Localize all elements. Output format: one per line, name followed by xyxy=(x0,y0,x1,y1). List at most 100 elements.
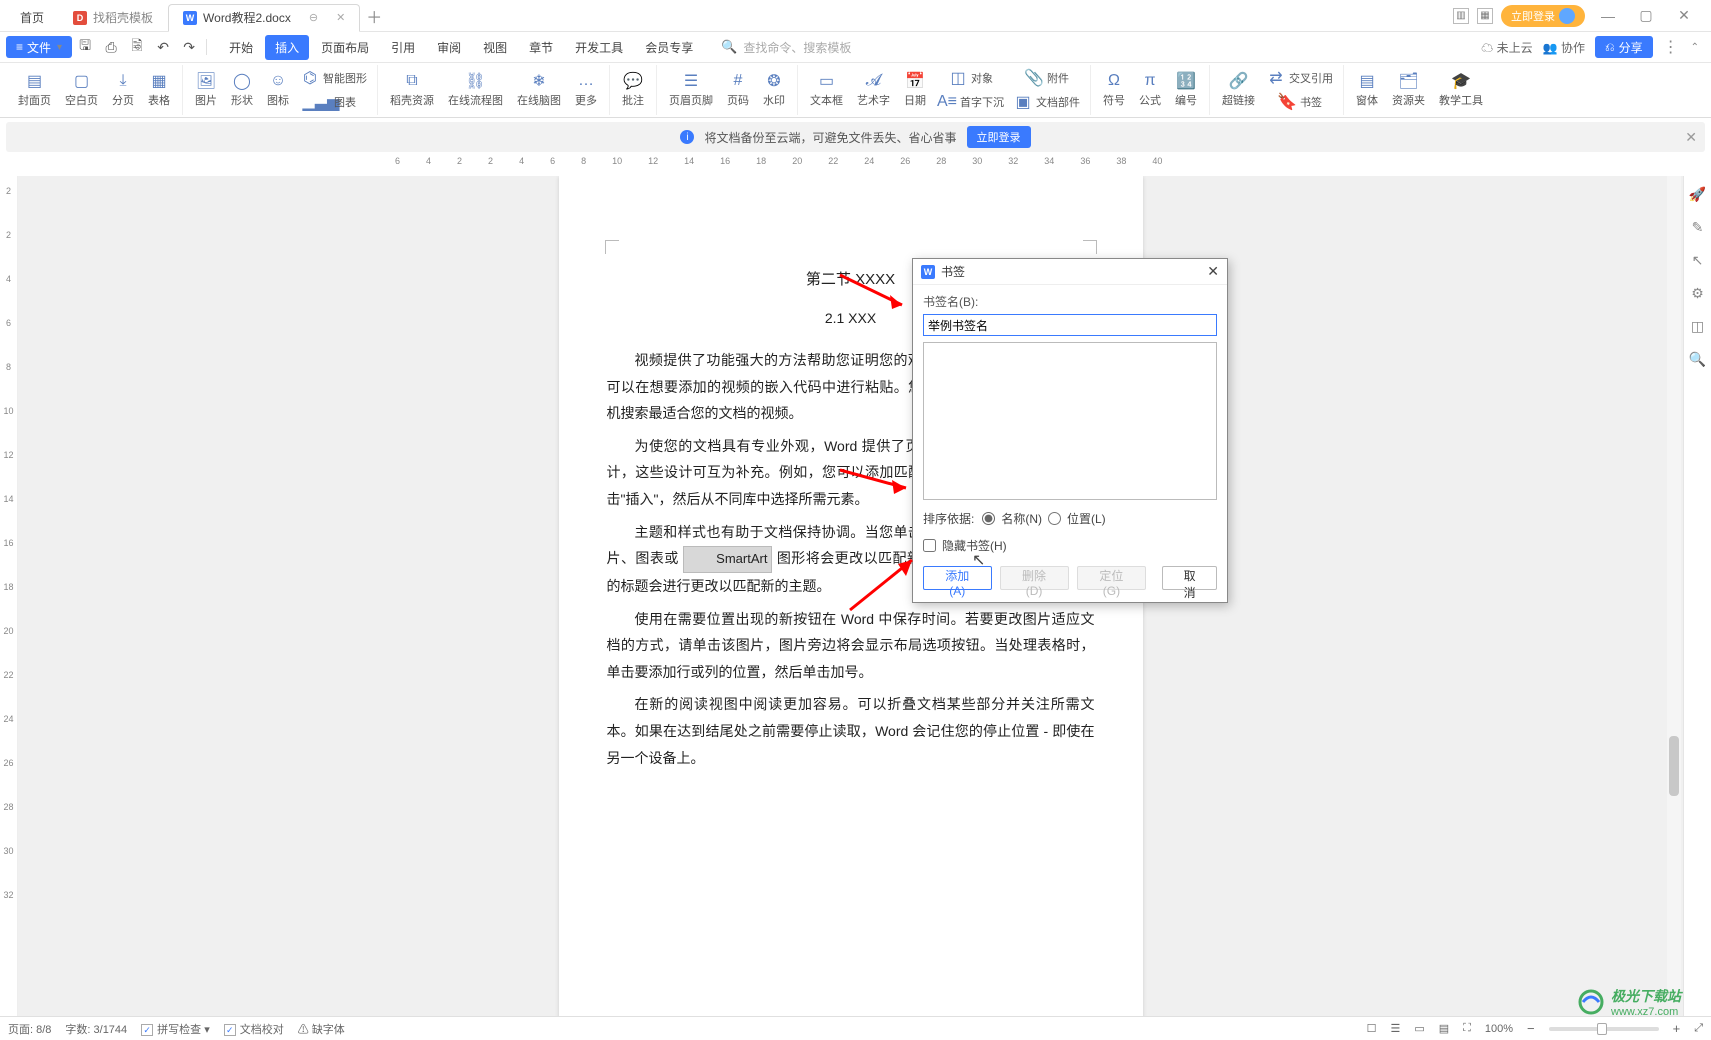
save-icon[interactable]: 🖫 xyxy=(72,36,98,58)
sort-by-name-radio[interactable] xyxy=(982,512,995,525)
view-outline-icon[interactable]: ☰ xyxy=(1390,1022,1400,1035)
pagebreak-button[interactable]: ⤓分页 xyxy=(106,70,140,110)
tab-sections[interactable]: 章节 xyxy=(519,35,563,60)
status-proof[interactable]: ✓文档校对 xyxy=(224,1021,284,1037)
flowchart-button[interactable]: ⛓在线流程图 xyxy=(442,70,509,110)
cooperate-button[interactable]: 👥 协作 xyxy=(1543,39,1585,56)
icons-button[interactable]: ☺图标 xyxy=(261,70,295,110)
table-button[interactable]: ▦表格 xyxy=(142,70,176,110)
zoom-level[interactable]: 100% xyxy=(1485,1023,1513,1035)
pagenum-button[interactable]: #页码 xyxy=(721,70,755,110)
equation-button[interactable]: π公式 xyxy=(1133,70,1167,110)
print-preview-icon[interactable]: 🗟 xyxy=(124,36,150,58)
dialog-close-icon[interactable]: ✕ xyxy=(1207,263,1219,280)
symbol-button[interactable]: Ω符号 xyxy=(1097,70,1131,110)
vertical-scrollbar[interactable] xyxy=(1667,176,1681,990)
zoom-in-icon[interactable]: + xyxy=(1673,1021,1681,1036)
textbox-button[interactable]: ▭文本框 xyxy=(804,70,849,110)
docparts-button[interactable]: ▣文档部件 xyxy=(1010,91,1084,113)
view-web-icon[interactable]: ▭ xyxy=(1414,1022,1424,1035)
sort-by-position-radio[interactable] xyxy=(1048,512,1061,525)
bookmark-list[interactable] xyxy=(923,342,1217,500)
hyperlink-button[interactable]: 🔗超链接 xyxy=(1216,70,1261,110)
tab-close-icon[interactable]: ✕ xyxy=(336,11,345,24)
status-wordcount[interactable]: 字数: 3/1744 xyxy=(65,1021,127,1037)
tab-review[interactable]: 审阅 xyxy=(427,35,471,60)
tab-pagelayout[interactable]: 页面布局 xyxy=(311,35,379,60)
apps-grid-icon[interactable]: ▦ xyxy=(1477,8,1493,24)
headerfooter-button[interactable]: ☰页眉页脚 xyxy=(663,70,719,110)
status-spellcheck[interactable]: ✓拼写检查 ▾ xyxy=(141,1021,210,1037)
comment-button[interactable]: 💬批注 xyxy=(616,70,650,110)
object-button[interactable]: ◫对象 xyxy=(934,67,1008,89)
banner-login-button[interactable]: 立即登录 xyxy=(967,126,1031,148)
blankpage-button[interactable]: ▢空白页 xyxy=(59,70,104,110)
window-minimize[interactable]: — xyxy=(1593,8,1623,24)
watermark-button[interactable]: ❂水印 xyxy=(757,70,791,110)
tab-members[interactable]: 会员专享 xyxy=(635,35,703,60)
tab-pin-icon[interactable]: ⊖ xyxy=(309,11,318,24)
fit-width-icon[interactable]: ⛶ xyxy=(1463,1022,1471,1035)
window-close[interactable]: ✕ xyxy=(1669,7,1699,24)
mindmap-button[interactable]: ❄在线脑图 xyxy=(511,70,567,110)
pen-icon[interactable]: ✎ xyxy=(1692,219,1704,236)
view-read-icon[interactable]: ▤ xyxy=(1439,1022,1449,1035)
zoom-out-icon[interactable]: − xyxy=(1527,1021,1535,1036)
chart-button[interactable]: ▁▃▅图表 xyxy=(297,91,371,113)
smartart-button[interactable]: ⌬智能图形 xyxy=(297,67,371,89)
hide-bookmarks-checkbox[interactable] xyxy=(923,539,936,552)
status-expand-icon[interactable]: ⤢ xyxy=(1694,1022,1703,1035)
dialog-cancel-button[interactable]: 取消 xyxy=(1162,566,1217,590)
tab-templates[interactable]: D 找稻壳模板 xyxy=(59,4,168,32)
undo-icon[interactable]: ↶ xyxy=(150,36,176,58)
shape-button[interactable]: ◯形状 xyxy=(225,70,259,110)
cloud-sync-button[interactable]: ☁ 未上云 xyxy=(1481,39,1532,56)
layout-split-icon[interactable]: ▥ xyxy=(1453,8,1469,24)
rocket-icon[interactable]: 🚀 xyxy=(1689,186,1706,203)
command-search[interactable]: 🔍 查找命令、搜索模板 xyxy=(721,39,851,56)
crossref-button[interactable]: ⇄交叉引用 xyxy=(1263,67,1337,89)
share-button[interactable]: ⎌分享 xyxy=(1595,36,1653,58)
zoom-slider-knob[interactable] xyxy=(1597,1023,1607,1035)
tab-insert[interactable]: 插入 xyxy=(265,35,309,60)
wordart-button[interactable]: 𝓐艺术字 xyxy=(851,70,896,110)
cursor-icon[interactable]: ↖ xyxy=(1692,252,1704,269)
pane-button[interactable]: ▤窗体 xyxy=(1350,70,1384,110)
coverpage-button[interactable]: ▤封面页 xyxy=(12,70,57,110)
more-menu-icon[interactable]: ⋮ xyxy=(1663,37,1679,57)
vertical-ruler[interactable]: 22468101214161820222426283032 xyxy=(0,176,18,1016)
horizontal-ruler[interactable]: 642246810121416182022242628303234363840 xyxy=(0,152,1711,170)
dropcap-button[interactable]: A≡首字下沉 xyxy=(934,91,1008,113)
status-page[interactable]: 页面: 8/8 xyxy=(8,1021,51,1037)
tab-document[interactable]: W Word教程2.docx ⊖ ✕ xyxy=(168,4,360,32)
search-side-icon[interactable]: 🔍 xyxy=(1689,351,1706,368)
resource-pool-button[interactable]: 🗂资源夹 xyxy=(1386,70,1431,110)
banner-close-icon[interactable]: ✕ xyxy=(1685,129,1697,146)
tab-home[interactable]: 首页 xyxy=(6,4,59,32)
zoom-slider[interactable] xyxy=(1549,1027,1659,1031)
bookmark-name-input[interactable] xyxy=(923,314,1217,336)
template-resource-button[interactable]: ⧉稻壳资源 xyxy=(384,70,440,110)
teaching-tools-button[interactable]: 🎓教学工具 xyxy=(1433,70,1489,110)
login-pill[interactable]: 立即登录 xyxy=(1501,5,1585,27)
status-missing-font[interactable]: ⚠ 缺字体 xyxy=(298,1021,345,1037)
redo-icon[interactable]: ↷ xyxy=(176,36,202,58)
collapse-ribbon-icon[interactable]: ⌃ xyxy=(1691,42,1699,53)
number-button[interactable]: 🔢编号 xyxy=(1169,70,1203,110)
attach-button[interactable]: 📎附件 xyxy=(1010,67,1084,89)
more-insert-button[interactable]: …更多 xyxy=(569,70,603,110)
tab-view[interactable]: 视图 xyxy=(473,35,517,60)
scrollbar-thumb[interactable] xyxy=(1669,736,1679,796)
file-menu-button[interactable]: ≡ 文件 ▾ xyxy=(6,36,72,58)
picture-button[interactable]: 🖼图片 xyxy=(189,70,223,110)
print-quick-icon[interactable]: ⎙ xyxy=(98,36,124,58)
tab-references[interactable]: 引用 xyxy=(381,35,425,60)
layers-icon[interactable]: ◫ xyxy=(1691,318,1704,335)
tab-devtools[interactable]: 开发工具 xyxy=(565,35,633,60)
bookmark-button[interactable]: 🔖书签 xyxy=(1263,91,1337,113)
window-maximize[interactable]: ▢ xyxy=(1631,7,1661,24)
tab-start[interactable]: 开始 xyxy=(219,35,263,60)
new-tab-button[interactable]: ＋ xyxy=(360,4,388,28)
view-print-icon[interactable]: ☐ xyxy=(1367,1022,1377,1035)
sliders-icon[interactable]: ⚙ xyxy=(1691,285,1704,302)
